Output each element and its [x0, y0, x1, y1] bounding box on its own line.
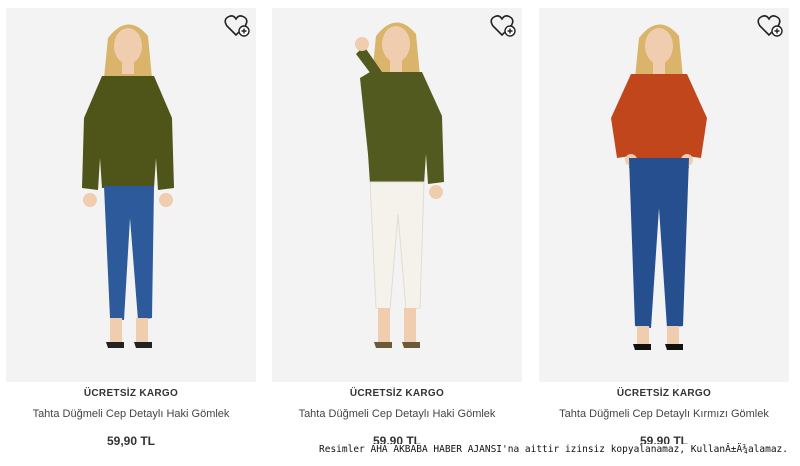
- model-illustration: [355, 22, 444, 348]
- free-shipping-badge: ÜCRETSİZ KARGO: [349, 388, 445, 399]
- product-name[interactable]: Tahta Düğmeli Cep Detaylı Haki Gömlek: [6, 408, 256, 420]
- model-illustration: [82, 24, 174, 348]
- product-grid: ÜCRETSİZ KARGO Tahta Düğmeli Cep Detaylı…: [0, 0, 800, 466]
- product-name[interactable]: Tahta Düğmeli Cep Detaylı Kırmızı Gömlek: [539, 408, 789, 420]
- product-card[interactable]: ÜCRETSİZ KARGO Tahta Düğmeli Cep Detaylı…: [6, 8, 256, 448]
- model-illustration: [611, 24, 707, 350]
- wishlist-heart-icon[interactable]: [757, 14, 783, 38]
- wishlist-heart-icon[interactable]: [490, 14, 516, 38]
- copyright-watermark: Resimler AHA AKBABA HABER AJANSI'na aitt…: [317, 444, 790, 455]
- product-card[interactable]: ÜCRETSİZ KARGO Tahta Düğmeli Cep Detaylı…: [539, 8, 789, 448]
- product-name[interactable]: Tahta Düğmeli Cep Detaylı Haki Gömlek: [272, 408, 522, 420]
- product-image[interactable]: [6, 8, 256, 382]
- free-shipping-badge: ÜCRETSİZ KARGO: [616, 388, 712, 399]
- product-image[interactable]: [539, 8, 789, 382]
- product-price: 59,90 TL: [106, 434, 156, 448]
- product-image[interactable]: [272, 8, 522, 382]
- product-card[interactable]: ÜCRETSİZ KARGO Tahta Düğmeli Cep Detaylı…: [272, 8, 522, 448]
- free-shipping-badge: ÜCRETSİZ KARGO: [83, 388, 179, 399]
- wishlist-heart-icon[interactable]: [224, 14, 250, 38]
